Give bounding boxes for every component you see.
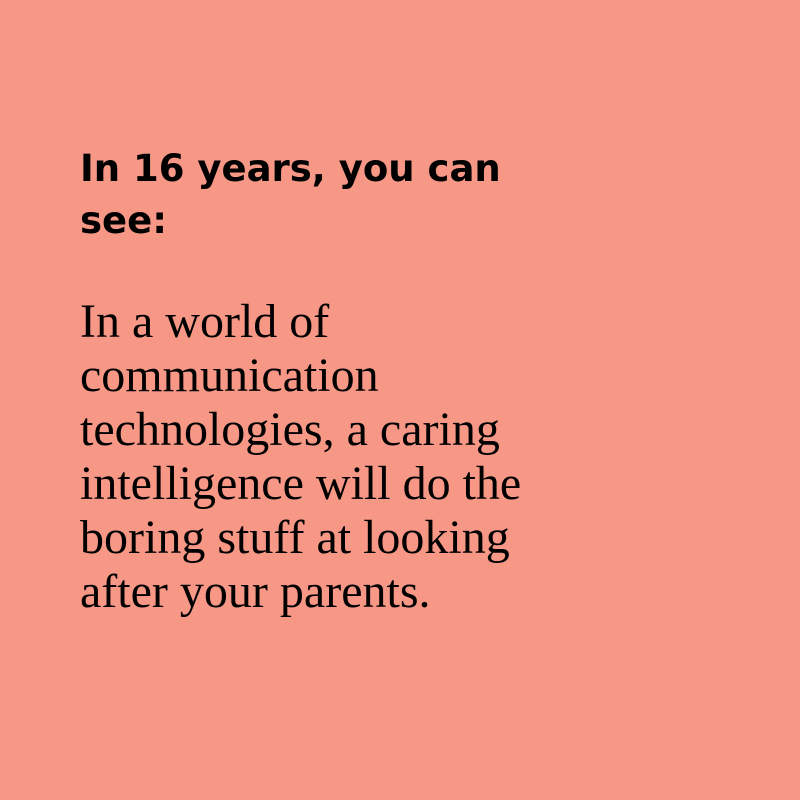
- body-line: technologies, a caring: [80, 403, 500, 456]
- heading: In 16 years, you can see:: [80, 143, 640, 247]
- heading-line: see:: [80, 199, 168, 242]
- quote-card: In 16 years, you can see: In a world of …: [0, 0, 800, 800]
- body-line: after your parents.: [80, 565, 431, 618]
- body-line: communication: [80, 349, 379, 402]
- body-line: In a world of: [80, 295, 330, 348]
- body-line: boring stuff at looking: [80, 511, 510, 564]
- body-line: intelligence will do the: [80, 457, 522, 510]
- body-paragraph: In a world of communication technologies…: [80, 295, 640, 619]
- heading-line: In 16 years, you can: [80, 147, 501, 190]
